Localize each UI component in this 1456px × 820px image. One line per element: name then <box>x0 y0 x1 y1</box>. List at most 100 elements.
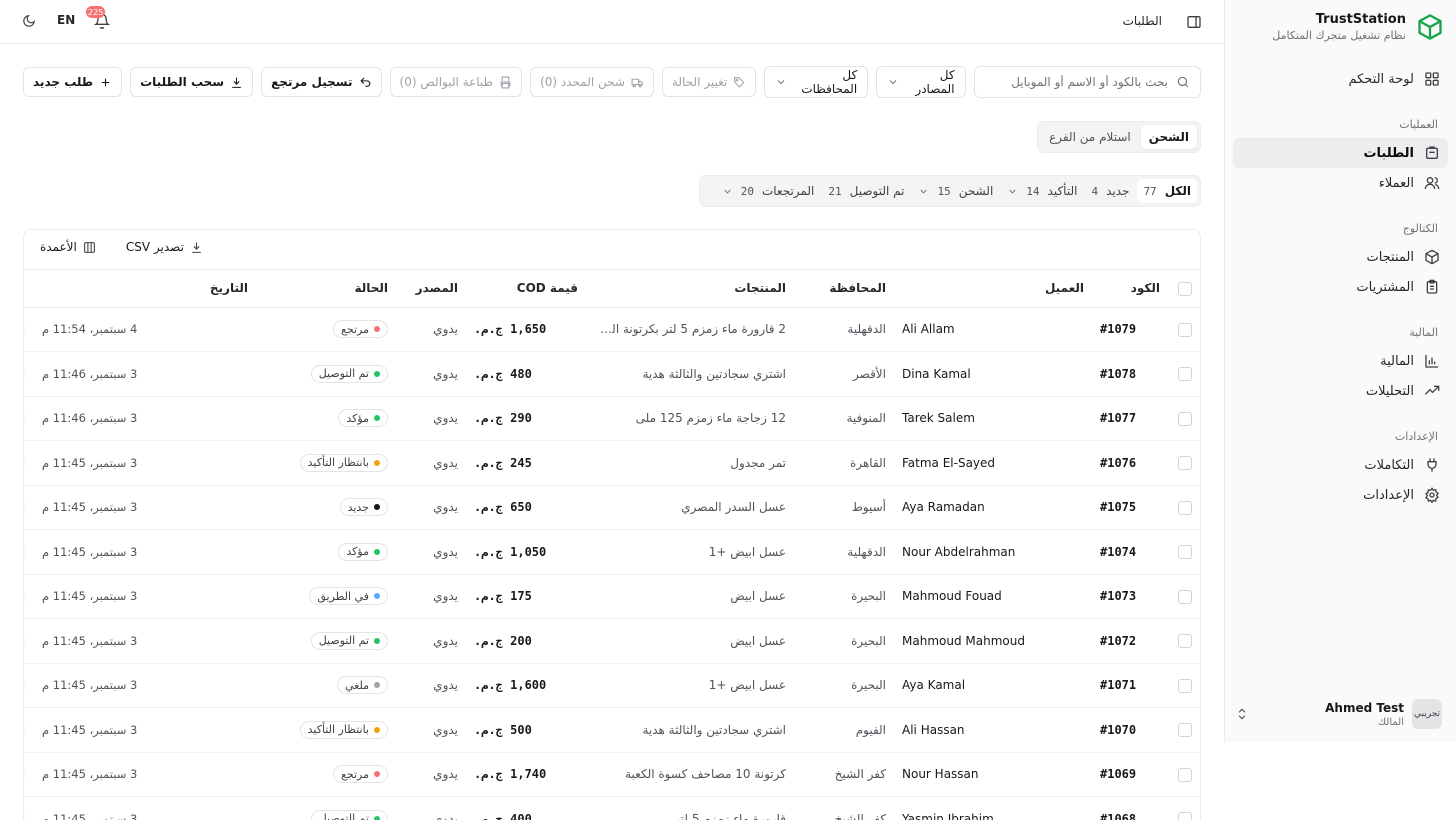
order-code[interactable]: #1070 <box>1092 707 1168 753</box>
table-row[interactable]: #1074 Nour Abdelrahman الدقهلية عسل ابيض +1… <box>24 529 1200 575</box>
sidebar-item-finance[interactable]: المالية <box>1233 346 1448 376</box>
sidebar-item-integrations[interactable]: التكاملات <box>1233 450 1448 480</box>
column-header-products[interactable]: المنتجات <box>586 270 794 308</box>
printer-icon <box>499 76 512 89</box>
tab-shipping[interactable]: الشحن 15 <box>912 179 999 203</box>
sidebar-item-dashboard[interactable]: لوحة التحكم <box>1233 64 1448 94</box>
select-all-checkbox[interactable] <box>1178 281 1192 296</box>
status-badge: مرتجع <box>333 320 388 339</box>
row-checkbox[interactable] <box>1178 812 1192 820</box>
column-header-date[interactable]: التاريخ <box>34 270 256 308</box>
more-vertical-icon[interactable] <box>24 679 30 693</box>
source: يدوي <box>396 307 466 352</box>
row-checkbox[interactable] <box>1178 767 1192 782</box>
governorate-filter-select[interactable]: كل المحافظات <box>764 66 869 98</box>
tab-returns[interactable]: المرتجعات 20 <box>716 179 821 203</box>
table-row[interactable]: #1078 Dina Kamal الأقصر اشتري سجادتين والثا… <box>24 351 1200 397</box>
sidebar-item-orders[interactable]: الطلبات <box>1233 138 1448 168</box>
more-vertical-icon[interactable] <box>24 768 30 782</box>
table-row[interactable]: #1077 Tarek Salem المنوفية 12 زجاجة ماء زمز… <box>24 396 1200 441</box>
sidebar-toggle-icon[interactable] <box>1186 14 1202 30</box>
column-header-cod[interactable]: قيمة COD <box>466 270 586 308</box>
tab-confirmation[interactable]: التأكيد 14 <box>1001 179 1083 203</box>
change-status-button[interactable]: تغيير الحالة <box>661 67 757 97</box>
sidebar-item-settings[interactable]: الإعدادات <box>1233 480 1448 510</box>
order-code[interactable]: #1078 <box>1092 351 1168 397</box>
column-header-status[interactable]: الحالة <box>256 270 396 308</box>
table-row[interactable]: #1070 Ali Hassan الفيوم اشتري سجادتين والثا… <box>24 707 1200 753</box>
sidebar-item-customers[interactable]: العملاء <box>1233 168 1448 198</box>
more-vertical-icon[interactable] <box>24 412 30 426</box>
order-code[interactable]: #1077 <box>1092 396 1168 441</box>
row-checkbox[interactable] <box>1178 456 1192 470</box>
tab-all[interactable]: الكل 77 <box>1137 179 1197 203</box>
new-order-button[interactable]: طلب جديد <box>23 67 123 97</box>
table-row[interactable]: #1079 Ali Allam الدقهلية 2 قارورة ماء زمزم … <box>24 307 1200 352</box>
order-code[interactable]: #1072 <box>1092 618 1168 664</box>
tab-new[interactable]: جديد 4 <box>1085 179 1135 203</box>
more-vertical-icon[interactable] <box>24 545 30 559</box>
order-code[interactable]: #1069 <box>1092 752 1168 797</box>
brand[interactable]: TrustStation نظام تشغيل متجرك المتكامل <box>1272 12 1444 42</box>
record-return-button[interactable]: تسجيل مرتجع <box>261 67 382 97</box>
row-checkbox[interactable] <box>1178 678 1192 693</box>
table-row[interactable]: #1071 Aya Kamal البحيرة عسل ابيض +1 1,600 ج.… <box>24 663 1200 708</box>
sidebar-item-products[interactable]: المنتجات <box>1233 242 1448 272</box>
table-row[interactable]: #1068 Yasmin Ibrahim كفر الشيخ قارورة ماء ز… <box>24 796 1200 820</box>
sidebar-item-analytics[interactable]: التحليلات <box>1233 376 1448 406</box>
sidebar-item-purchases[interactable]: المشتريات <box>1233 272 1448 302</box>
tab-delivered[interactable]: تم التوصيل 21 <box>822 179 910 203</box>
segment-shipping[interactable]: الشحن <box>1140 125 1197 149</box>
search-input[interactable] <box>984 75 1168 89</box>
pull-orders-button[interactable]: سحب الطلبات <box>130 67 254 97</box>
table-row[interactable]: #1076 Fatma El-Sayed القاهرة تمر مجدول 245 ج… <box>24 440 1200 486</box>
moon-icon[interactable] <box>22 14 36 28</box>
row-checkbox[interactable] <box>1178 589 1192 604</box>
row-checkbox[interactable] <box>1178 367 1192 381</box>
table-row[interactable]: #1072 Mahmoud Mahmoud البحيرة عسل ابيض 200 ج… <box>24 618 1200 664</box>
order-code[interactable]: #1074 <box>1092 529 1168 575</box>
more-vertical-icon[interactable] <box>24 367 30 381</box>
table-row[interactable]: #1069 Nour Hassan كفر الشيخ كرتونة 10 مصاحف… <box>24 752 1200 797</box>
row-checkbox[interactable] <box>1178 634 1192 648</box>
source-filter-select[interactable]: كل المصادر <box>876 66 966 98</box>
column-header-source[interactable]: المصدر <box>396 270 466 308</box>
user-menu[interactable]: تجريبي Ahmed Test المالك <box>1235 696 1442 732</box>
more-vertical-icon[interactable] <box>24 590 30 604</box>
segment-branch-pickup[interactable]: استلام من الفرع <box>1041 125 1139 149</box>
customer-name: Nour Abdelrahman <box>894 529 1092 575</box>
table-row[interactable]: #1075 Aya Ramadan أسيوط عسل السدر المصري 650… <box>24 485 1200 530</box>
order-code[interactable]: #1075 <box>1092 485 1168 530</box>
search-box[interactable] <box>973 66 1201 98</box>
columns-button[interactable]: الأعمدة <box>40 240 96 254</box>
status-dot-icon <box>374 459 380 466</box>
more-vertical-icon[interactable] <box>24 634 30 648</box>
order-code[interactable]: #1068 <box>1092 796 1168 820</box>
status-badge: مؤكد <box>338 409 388 428</box>
order-code[interactable]: #1076 <box>1092 440 1168 486</box>
row-checkbox[interactable] <box>1178 500 1192 515</box>
table-row[interactable]: #1073 Mahmoud Fouad البحيرة عسل ابيض 175 ج.م… <box>24 574 1200 619</box>
more-vertical-icon[interactable] <box>24 323 30 337</box>
cod-value: 480 ج.م. <box>466 351 586 397</box>
column-header-customer[interactable]: العميل <box>894 270 1092 308</box>
row-checkbox[interactable] <box>1178 723 1192 737</box>
more-vertical-icon[interactable] <box>24 812 30 820</box>
language-toggle[interactable]: EN <box>57 13 75 27</box>
status-tabs: الكل 77 جديد 4 التأكيد 14 الشحن 15 تم ال… <box>699 175 1201 207</box>
order-code[interactable]: #1073 <box>1092 574 1168 619</box>
print-labels-button[interactable]: طباعة البوالص (0) <box>389 67 523 97</box>
export-csv-button[interactable]: تصدير CSV <box>126 240 203 254</box>
column-header-governorate[interactable]: المحافظة <box>794 270 894 308</box>
row-checkbox[interactable] <box>1178 545 1192 559</box>
more-vertical-icon[interactable] <box>24 723 30 737</box>
order-code[interactable]: #1071 <box>1092 663 1168 708</box>
column-header-code[interactable]: الكود <box>1092 270 1168 308</box>
more-vertical-icon[interactable] <box>24 501 30 515</box>
row-checkbox[interactable] <box>1178 411 1192 426</box>
more-vertical-icon[interactable] <box>24 456 30 470</box>
order-code[interactable]: #1079 <box>1092 307 1168 352</box>
row-checkbox[interactable] <box>1178 322 1192 337</box>
cod-value: 1,740 ج.م. <box>466 752 586 797</box>
ship-selected-button[interactable]: شحن المحدد (0) <box>530 67 654 97</box>
